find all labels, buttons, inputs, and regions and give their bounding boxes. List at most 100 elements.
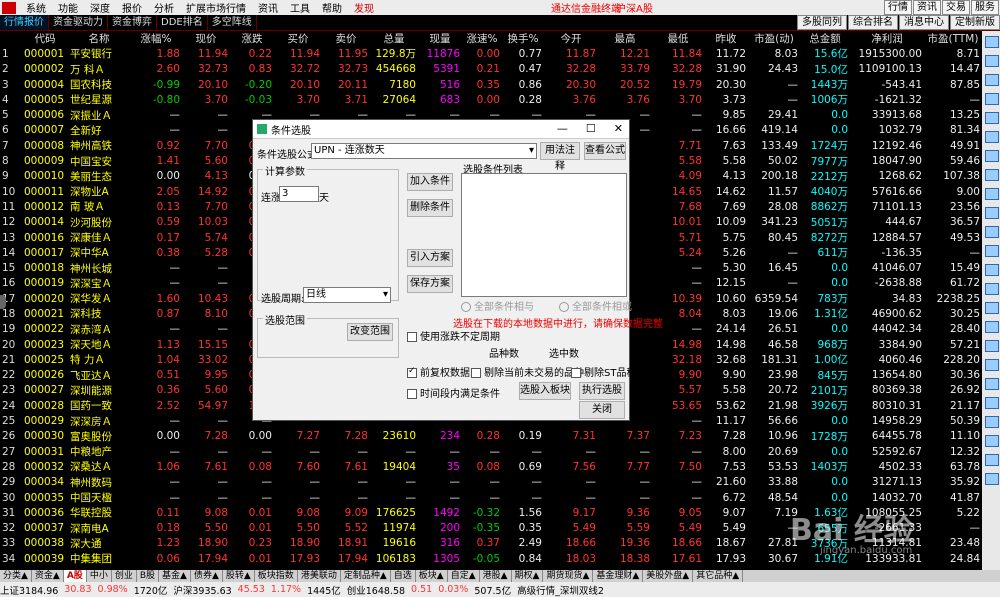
toolbar-icon[interactable] bbox=[985, 302, 999, 314]
column-header[interactable]: 涨跌 bbox=[230, 31, 274, 46]
multi-stock-button[interactable]: 多股同列 bbox=[797, 15, 847, 30]
toolbar-icon[interactable] bbox=[985, 131, 999, 143]
column-header[interactable]: 净利润 bbox=[850, 31, 924, 46]
bottom-tab[interactable]: 期货现货▲ bbox=[543, 570, 594, 582]
rank-button[interactable]: 综合排名 bbox=[848, 15, 898, 30]
tab-quote-list[interactable]: 行情报价 bbox=[0, 15, 49, 30]
column-header[interactable]: 买价 bbox=[274, 31, 322, 46]
menu-news[interactable]: 资讯 bbox=[252, 0, 284, 15]
column-header[interactable]: 市盈(TTM) bbox=[924, 31, 982, 46]
bottom-tab[interactable]: 中小 bbox=[87, 570, 112, 582]
table-row[interactable]: 3 000004 国农科技 -0.99 20.10 -0.20 20.10 20.11 7180… bbox=[0, 77, 982, 92]
period-select[interactable]: 日线 ▾ bbox=[303, 287, 391, 303]
toolbar-icon[interactable] bbox=[985, 340, 999, 352]
bottom-tab[interactable]: 基金▲ bbox=[159, 570, 191, 582]
close-button[interactable]: 关闭 bbox=[579, 401, 625, 419]
toolbar-icon[interactable] bbox=[985, 416, 999, 428]
toolbar-icon[interactable] bbox=[985, 150, 999, 162]
minimize-icon[interactable]: — bbox=[557, 122, 568, 135]
menu-tools[interactable]: 工具 bbox=[284, 0, 316, 15]
condition-list[interactable] bbox=[461, 173, 627, 297]
column-header[interactable]: 今开 bbox=[544, 31, 598, 46]
table-row[interactable]: 4 000005 世纪星源 -0.80 3.70 -0.03 3.70 3.71 27064 68… bbox=[0, 92, 982, 107]
execute-button[interactable]: 执行选股 bbox=[579, 382, 625, 400]
param-input[interactable]: 3 bbox=[279, 186, 319, 202]
service-button[interactable]: 服务 bbox=[971, 0, 999, 15]
tab-long-short[interactable]: 多空阵线 bbox=[208, 15, 257, 30]
toolbar-icon[interactable] bbox=[985, 188, 999, 200]
custom-page-button[interactable]: 定制新版 bbox=[950, 15, 1000, 30]
bottom-tab[interactable]: 港美联动 bbox=[298, 570, 341, 582]
column-header[interactable]: 市盈(动) bbox=[748, 31, 800, 46]
toolbar-icon[interactable] bbox=[985, 74, 999, 86]
trade-button[interactable]: 交易 bbox=[942, 0, 970, 15]
bottom-tab[interactable]: 其它品种▲ bbox=[693, 570, 744, 582]
column-header[interactable]: 涨幅% bbox=[130, 31, 182, 46]
bottom-tab[interactable]: 分类▲ bbox=[0, 570, 32, 582]
column-header[interactable]: 现量 bbox=[418, 31, 462, 46]
column-header[interactable]: 最高 bbox=[598, 31, 652, 46]
quote-button[interactable]: 行情 bbox=[884, 0, 912, 15]
column-header[interactable]: 卖价 bbox=[322, 31, 370, 46]
tab-fund-game[interactable]: 资金博弈 bbox=[108, 15, 157, 30]
column-header[interactable]: 涨速% bbox=[462, 31, 502, 46]
toolbar-icon[interactable] bbox=[985, 93, 999, 105]
bottom-tab[interactable]: 美股外盘▲ bbox=[643, 570, 694, 582]
toolbar-icon[interactable] bbox=[985, 283, 999, 295]
menu-analysis[interactable]: 分析 bbox=[148, 0, 180, 15]
radio-or[interactable]: 全部条件相或 bbox=[559, 298, 632, 313]
column-header[interactable]: 现价 bbox=[182, 31, 230, 46]
menu-depth[interactable]: 深度 bbox=[84, 0, 116, 15]
bottom-tab[interactable]: B股 bbox=[137, 570, 160, 582]
close-icon[interactable]: ✕ bbox=[614, 122, 623, 135]
toolbar-icon[interactable] bbox=[985, 473, 999, 485]
add-condition-button[interactable]: 加入条件 bbox=[407, 173, 453, 191]
menu-system[interactable]: 系统 bbox=[20, 0, 52, 15]
menu-function[interactable]: 功能 bbox=[52, 0, 84, 15]
toolbar-icon[interactable] bbox=[985, 435, 999, 447]
bottom-tab[interactable]: 自选 bbox=[391, 570, 416, 582]
toolbar-icon[interactable] bbox=[985, 112, 999, 124]
message-center-button[interactable]: 消息中心 bbox=[899, 15, 949, 30]
bottom-tab[interactable]: 创业 bbox=[112, 570, 137, 582]
import-plan-button[interactable]: 引入方案 bbox=[407, 249, 453, 267]
delete-condition-button[interactable]: 删除条件 bbox=[407, 199, 453, 217]
toolbar-icon[interactable] bbox=[985, 245, 999, 257]
menu-discover[interactable]: 发现 bbox=[348, 0, 380, 15]
column-header[interactable]: 换手% bbox=[502, 31, 544, 46]
bottom-tab[interactable]: 期权▲ bbox=[512, 570, 544, 582]
bottom-tab[interactable]: 板块▲ bbox=[416, 570, 448, 582]
table-row[interactable]: 26 000030 富奥股份 0.00 7.28 0.00 7.27 7.28 23610 234… bbox=[0, 429, 982, 444]
news-button[interactable]: 资讯 bbox=[913, 0, 941, 15]
toolbar-icon[interactable] bbox=[985, 169, 999, 181]
menu-extended-market[interactable]: 扩展市场行情 bbox=[180, 0, 252, 15]
column-header[interactable]: 最低 bbox=[652, 31, 704, 46]
toolbar-icon[interactable] bbox=[985, 36, 999, 48]
to-block-button[interactable]: 选股入板块 bbox=[519, 382, 571, 400]
toolbar-icon[interactable] bbox=[985, 226, 999, 238]
table-row[interactable]: 2 000002 万 科Ａ 2.60 32.73 0.83 32.72 32.73 454668… bbox=[0, 62, 982, 77]
bottom-tab[interactable]: 债券▲ bbox=[191, 570, 223, 582]
bottom-tab[interactable]: 自定▲ bbox=[448, 570, 480, 582]
bottom-tab[interactable]: 股转▲ bbox=[223, 570, 255, 582]
tab-fund-drive[interactable]: 资金驱动力 bbox=[49, 15, 108, 30]
table-row[interactable]: 29 000034 神州数码 — — — — — — — — — — — — 21.60 33.88 0.0 312… bbox=[0, 475, 982, 490]
menu-help[interactable]: 帮助 bbox=[316, 0, 348, 15]
column-header[interactable]: 总金额 bbox=[800, 31, 850, 46]
radio-and[interactable]: 全部条件相与 bbox=[461, 298, 534, 313]
bottom-tab[interactable]: 定制品种▲ bbox=[341, 570, 391, 582]
toolbar-icon[interactable] bbox=[985, 321, 999, 333]
bottom-tab[interactable]: A股 bbox=[63, 570, 87, 582]
column-header[interactable] bbox=[0, 31, 22, 46]
toolbar-icon[interactable] bbox=[985, 359, 999, 371]
table-row[interactable]: 1 000001 平安银行 1.88 11.94 0.22 11.94 11.95 129.8万… bbox=[0, 46, 982, 61]
toolbar-icon[interactable] bbox=[985, 207, 999, 219]
toolbar-icon[interactable] bbox=[985, 264, 999, 276]
toolbar-icon[interactable] bbox=[985, 454, 999, 466]
bottom-tab[interactable]: 资金▲ bbox=[32, 570, 64, 582]
tab-dde-rank[interactable]: DDE排名 bbox=[157, 15, 208, 30]
toolbar-icon[interactable] bbox=[985, 397, 999, 409]
save-plan-button[interactable]: 保存方案 bbox=[407, 275, 453, 293]
column-header[interactable]: 代码 bbox=[22, 31, 68, 46]
menu-quote[interactable]: 报价 bbox=[116, 0, 148, 15]
